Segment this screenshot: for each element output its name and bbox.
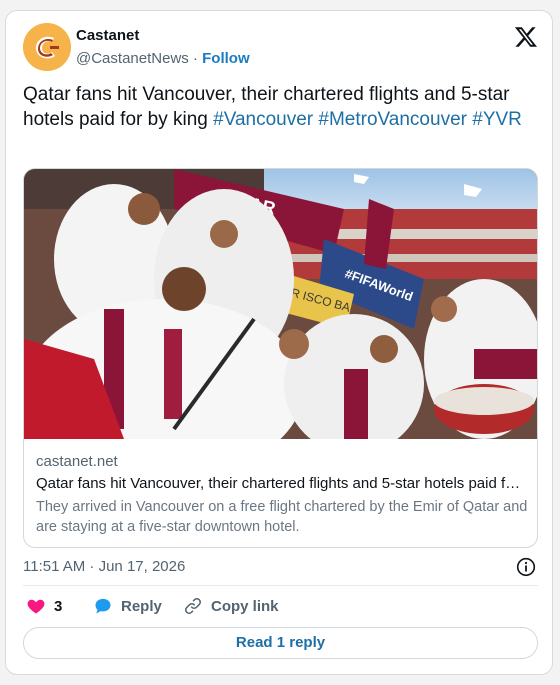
reply-button[interactable]: Reply: [93, 596, 162, 616]
follow-button[interactable]: Follow: [202, 50, 250, 67]
hashtag-metrovancouver[interactable]: #MetroVancouver: [318, 109, 467, 130]
castanet-logo: [23, 23, 71, 71]
read-replies-button[interactable]: Read 1 reply: [23, 627, 538, 659]
article-photo[interactable]: QATAR #FIFAWorld AN FR ISCO BA: [24, 169, 538, 439]
divider: [23, 585, 538, 586]
author-avatar[interactable]: [23, 23, 71, 71]
tweet-timestamp[interactable]: 11:51 AM · Jun 17, 2026: [23, 558, 185, 575]
like-button[interactable]: 3: [26, 596, 62, 616]
x-logo-icon[interactable]: [514, 25, 538, 49]
action-bar: 3 Reply Copy link: [23, 596, 538, 618]
tweet-text: Qatar fans hit Vancouver, their chartere…: [23, 83, 543, 132]
reply-label: Reply: [121, 597, 162, 615]
link-description: They arrived in Vancouver on a free flig…: [36, 499, 528, 535]
link-domain: castanet.net: [36, 453, 118, 470]
reply-bubble-icon: [95, 598, 111, 614]
author-handle[interactable]: @CastanetNews: [76, 50, 189, 67]
author-name[interactable]: Castanet: [76, 27, 139, 44]
info-icon[interactable]: [516, 557, 536, 577]
heart-icon: [27, 599, 45, 614]
tweet-card: Castanet @CastanetNews · Follow Qatar fa…: [5, 10, 553, 675]
link-title: Qatar fans hit Vancouver, their chartere…: [36, 475, 521, 492]
link-icon: [185, 598, 201, 614]
copy-link-button[interactable]: Copy link: [183, 596, 279, 616]
copy-link-label: Copy link: [211, 597, 279, 615]
separator-dot: ·: [192, 50, 198, 67]
author-handle-line: @CastanetNews · Follow: [76, 50, 250, 67]
hashtag-yvr[interactable]: #YVR: [472, 109, 522, 130]
link-preview-card[interactable]: QATAR #FIFAWorld AN FR ISCO BA: [23, 168, 538, 548]
hashtag-vancouver[interactable]: #Vancouver: [213, 109, 313, 130]
like-count: 3: [54, 597, 63, 615]
